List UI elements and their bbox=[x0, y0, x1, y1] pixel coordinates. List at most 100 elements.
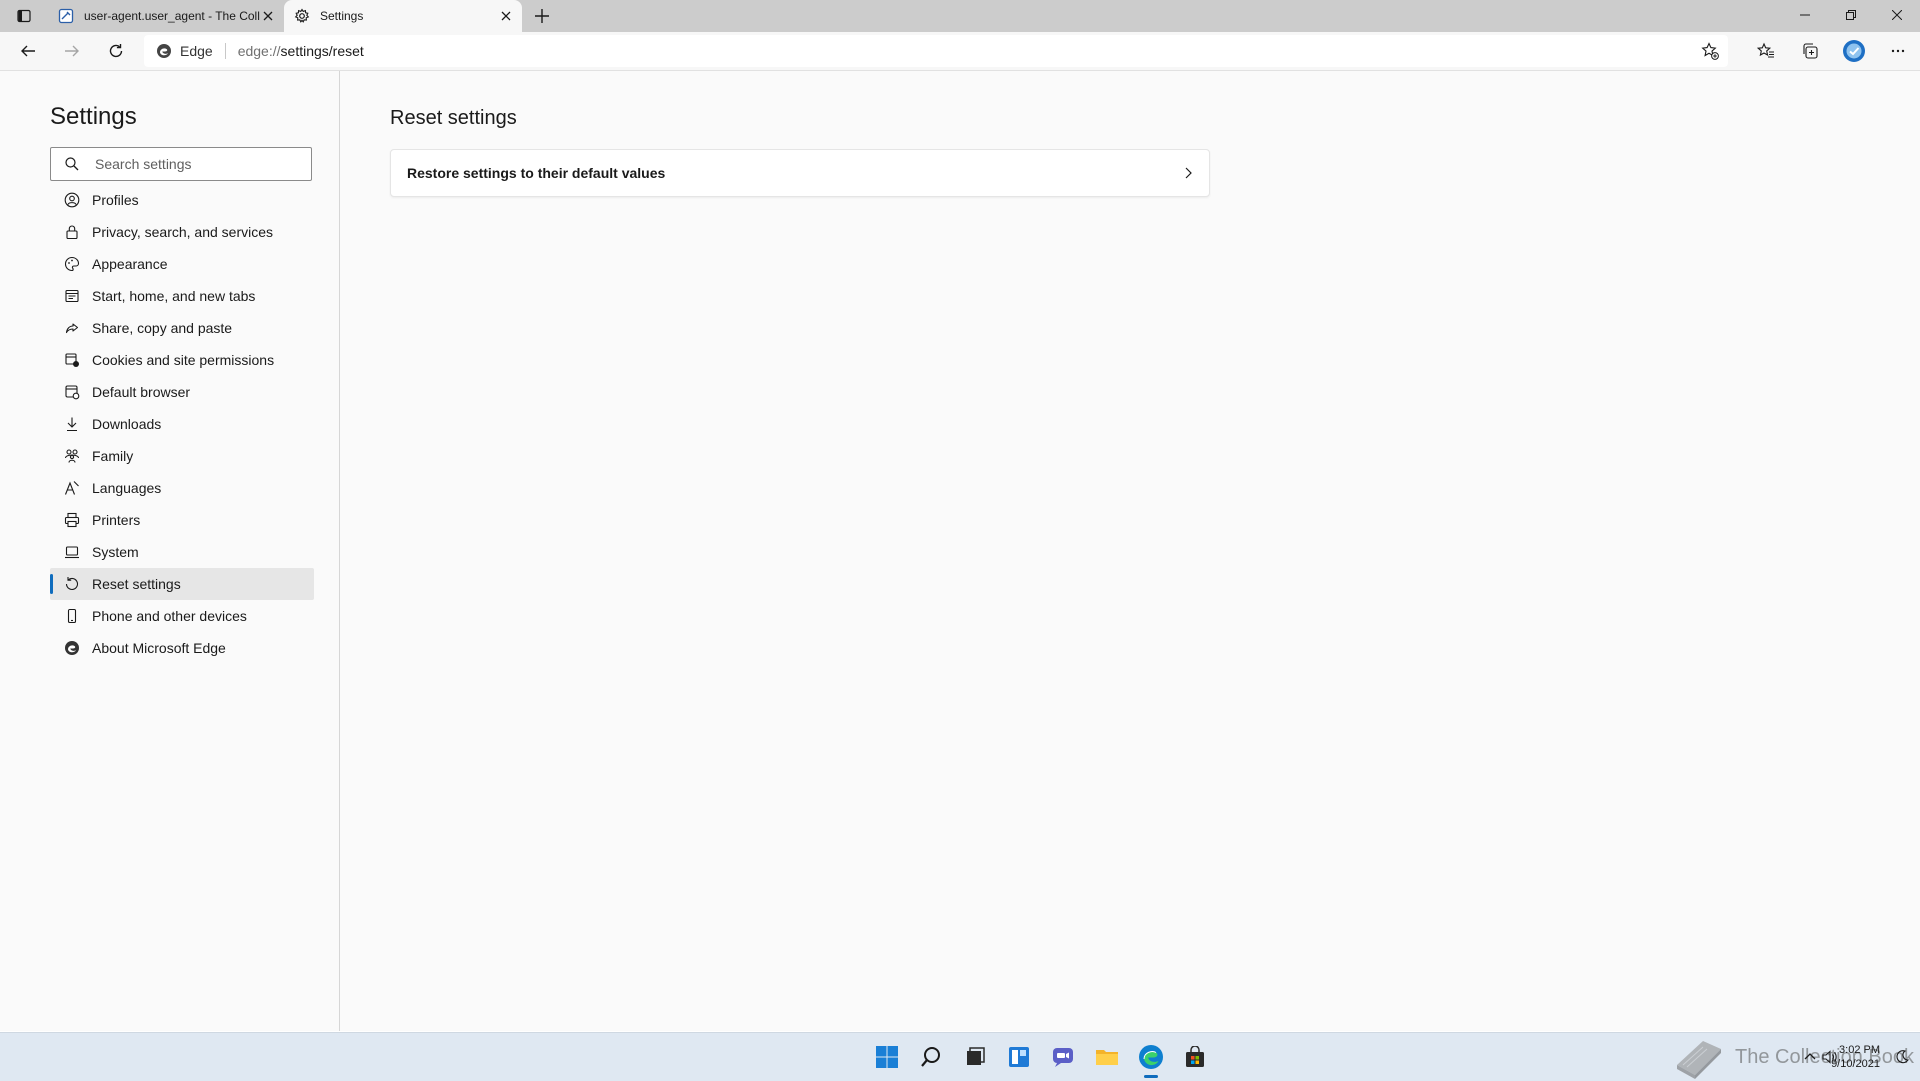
browser-toolbar: Edge edge://settings/reset bbox=[0, 32, 1920, 71]
sidebar-item-label: About Microsoft Edge bbox=[92, 640, 226, 656]
clock-date: 9/10/2021 bbox=[1831, 1058, 1880, 1070]
folder-icon bbox=[1096, 1050, 1118, 1065]
favorites-icon bbox=[1757, 42, 1774, 58]
profile-button[interactable] bbox=[1832, 35, 1876, 67]
sidebar-item-label: Default browser bbox=[92, 384, 191, 400]
close-tab-button[interactable] bbox=[260, 8, 276, 24]
edge-icon bbox=[1139, 1045, 1163, 1069]
clock[interactable]: 3:02 PM 9/10/2021 bbox=[1831, 1043, 1880, 1071]
site-identity[interactable]: Edge bbox=[144, 43, 213, 59]
page-title: Settings bbox=[50, 103, 137, 130]
search-taskbar-button[interactable] bbox=[909, 1033, 953, 1081]
sidebar-item-phone[interactable]: Phone and other devices bbox=[50, 600, 314, 632]
tab-title: user-agent.user_agent - The Coll bbox=[84, 9, 260, 23]
close-icon bbox=[501, 11, 511, 21]
settings-content: Reset settings Restore settings to their… bbox=[340, 71, 1920, 1031]
search-icon bbox=[921, 1047, 940, 1067]
windows-icon bbox=[876, 1046, 898, 1068]
sidebar-item-label: Printers bbox=[92, 512, 141, 528]
tab-user-agent[interactable]: user-agent.user_agent - The Coll bbox=[48, 0, 284, 32]
edge-icon bbox=[157, 44, 171, 58]
url-text[interactable]: edge://settings/reset bbox=[238, 43, 364, 59]
star-add-icon bbox=[1701, 42, 1719, 60]
tab-actions-icon bbox=[17, 9, 31, 23]
forward-button[interactable] bbox=[54, 35, 90, 67]
document-icon bbox=[58, 8, 74, 24]
collections-icon bbox=[1803, 43, 1818, 59]
home-tabs-icon bbox=[64, 288, 80, 304]
notifications-button[interactable] bbox=[1894, 1049, 1910, 1065]
restore-defaults-label: Restore settings to their default values bbox=[407, 165, 666, 181]
settings-nav: Profiles Privacy, search, and services A… bbox=[50, 184, 314, 664]
clock-time: 3:02 PM bbox=[1839, 1044, 1880, 1056]
languages-icon bbox=[64, 480, 80, 496]
sidebar-item-profiles[interactable]: Profiles bbox=[50, 184, 314, 216]
sidebar-item-label: Downloads bbox=[92, 416, 162, 432]
restore-defaults-button[interactable]: Restore settings to their default values bbox=[390, 149, 1210, 197]
sidebar-item-start-home[interactable]: Start, home, and new tabs bbox=[50, 280, 314, 312]
arrow-right-icon bbox=[65, 45, 79, 57]
printer-icon bbox=[64, 512, 80, 528]
profile-icon bbox=[64, 192, 80, 208]
sidebar-item-appearance[interactable]: Appearance bbox=[50, 248, 314, 280]
minimize-button[interactable] bbox=[1782, 0, 1828, 30]
settings-more-button[interactable] bbox=[1876, 35, 1920, 67]
browser-icon bbox=[64, 384, 80, 400]
share-icon bbox=[64, 320, 80, 336]
sidebar-item-cookies[interactable]: Cookies and site permissions bbox=[50, 344, 314, 376]
sidebar-item-label: Share, copy and paste bbox=[92, 320, 233, 336]
sidebar-item-share[interactable]: Share, copy and paste bbox=[50, 312, 314, 344]
sidebar-item-printers[interactable]: Printers bbox=[50, 504, 314, 536]
chat-button[interactable] bbox=[1041, 1033, 1085, 1081]
sidebar-item-languages[interactable]: Languages bbox=[50, 472, 314, 504]
favorites-button[interactable] bbox=[1744, 35, 1788, 67]
reset-icon bbox=[64, 576, 80, 592]
tray-overflow-button[interactable] bbox=[1800, 1047, 1820, 1067]
sidebar-item-about[interactable]: About Microsoft Edge bbox=[50, 632, 314, 664]
sidebar-item-default-browser[interactable]: Default browser bbox=[50, 376, 314, 408]
widgets-icon bbox=[1009, 1047, 1029, 1067]
sidebar-item-label: Start, home, and new tabs bbox=[92, 288, 256, 304]
url-prefix: edge:// bbox=[237, 43, 281, 59]
sidebar-item-family[interactable]: Family bbox=[50, 440, 314, 472]
back-button[interactable] bbox=[10, 35, 46, 67]
sidebar-item-privacy[interactable]: Privacy, search, and services bbox=[50, 216, 314, 248]
new-tab-button[interactable] bbox=[526, 0, 558, 32]
gear-icon bbox=[294, 8, 310, 23]
restore-button[interactable] bbox=[1828, 0, 1874, 30]
tab-actions-button[interactable] bbox=[0, 0, 48, 32]
add-favorite-button[interactable] bbox=[1700, 41, 1720, 61]
palette-icon bbox=[64, 256, 80, 272]
laptop-icon bbox=[64, 544, 80, 560]
refresh-button[interactable] bbox=[98, 35, 134, 67]
close-tab-button[interactable] bbox=[498, 8, 514, 24]
widgets-button[interactable] bbox=[997, 1033, 1041, 1081]
file-explorer-button[interactable] bbox=[1085, 1033, 1129, 1081]
close-window-button[interactable] bbox=[1874, 0, 1920, 30]
search-input[interactable] bbox=[93, 155, 297, 173]
download-icon bbox=[64, 416, 80, 432]
arrow-left-icon bbox=[21, 45, 35, 57]
sidebar-item-reset-settings[interactable]: Reset settings bbox=[50, 568, 314, 600]
restore-icon bbox=[1846, 10, 1856, 20]
task-view-icon bbox=[967, 1047, 985, 1065]
edge-icon bbox=[64, 640, 80, 656]
edge-taskbar-button[interactable] bbox=[1129, 1033, 1173, 1081]
sidebar-item-system[interactable]: System bbox=[50, 536, 314, 568]
search-box[interactable] bbox=[50, 147, 312, 181]
start-button[interactable] bbox=[865, 1033, 909, 1081]
moon-icon bbox=[1896, 1050, 1910, 1064]
close-icon bbox=[263, 11, 273, 21]
tab-settings[interactable]: Settings bbox=[284, 0, 522, 32]
sidebar-item-downloads[interactable]: Downloads bbox=[50, 408, 314, 440]
settings-sidebar: Settings Profiles Privacy, search, and s… bbox=[0, 71, 340, 1031]
refresh-icon bbox=[109, 44, 123, 58]
collections-button[interactable] bbox=[1788, 35, 1832, 67]
task-view-button[interactable] bbox=[953, 1033, 997, 1081]
cookies-icon bbox=[64, 352, 80, 368]
tab-title: Settings bbox=[320, 9, 364, 23]
avatar-icon bbox=[1843, 40, 1865, 62]
search-icon bbox=[65, 157, 79, 171]
address-bar[interactable]: Edge edge://settings/reset bbox=[144, 35, 1728, 67]
store-button[interactable] bbox=[1173, 1033, 1217, 1081]
